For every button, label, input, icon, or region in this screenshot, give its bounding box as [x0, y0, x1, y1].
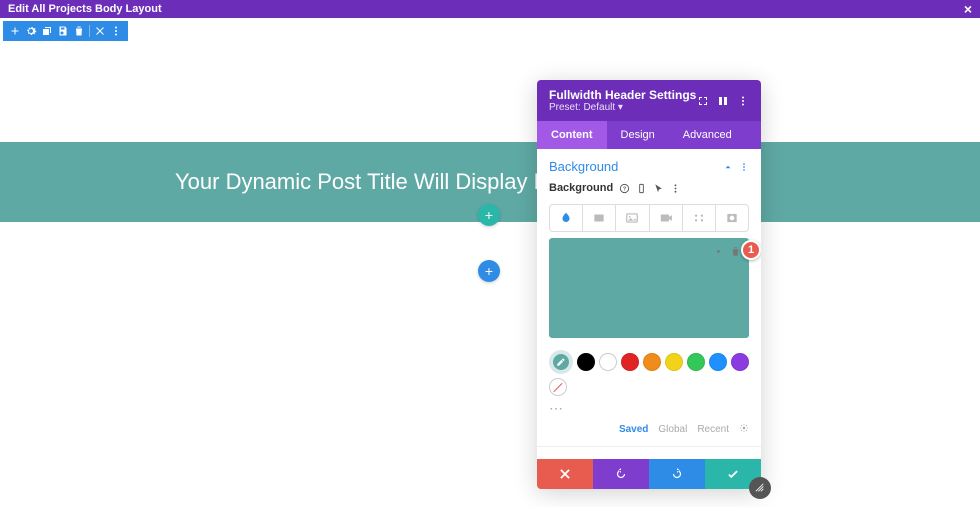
preview-gear-icon[interactable] [713, 244, 724, 262]
collapse-icon[interactable] [723, 162, 733, 172]
color-preview[interactable]: 1 [549, 238, 749, 338]
tab-design[interactable]: Design [607, 121, 669, 149]
undo-button[interactable] [593, 459, 649, 489]
top-bar: Edit All Projects Body Layout × [0, 0, 980, 18]
duplicate-icon[interactable] [39, 23, 55, 39]
hover-icon[interactable] [653, 183, 664, 194]
panel-footer [537, 459, 761, 489]
add-icon[interactable] [7, 23, 23, 39]
bg-tab-mask[interactable] [716, 205, 748, 231]
swatch-red[interactable] [621, 353, 639, 371]
settings-panel: Fullwidth Header Settings Preset: Defaul… [537, 80, 761, 489]
swatch-blue[interactable] [709, 353, 727, 371]
swatch-green[interactable] [687, 353, 705, 371]
canvas: + + Your Dynamic Post Title Will Display… [0, 142, 980, 222]
add-row-button[interactable]: + [478, 260, 500, 282]
admin-label-section[interactable]: Admin Label [537, 446, 761, 459]
panel-body: Background Background ? [537, 149, 761, 459]
panel-tabs: Content Design Advanced [537, 121, 761, 149]
swatch-white[interactable] [599, 353, 617, 371]
toolbar-divider [89, 25, 90, 37]
preset-dropdown[interactable]: Preset: Default ▾ [549, 102, 696, 113]
help-icon[interactable]: ? [619, 183, 630, 194]
panel-header[interactable]: Fullwidth Header Settings Preset: Defaul… [537, 80, 761, 121]
background-type-tabs [549, 204, 749, 232]
top-bar-title: Edit All Projects Body Layout [8, 3, 162, 15]
bg-tab-color[interactable] [550, 205, 583, 231]
swatch-yellow[interactable] [665, 353, 683, 371]
save-icon[interactable] [55, 23, 71, 39]
palette-filter: Saved Global Recent [537, 423, 761, 446]
more-icon[interactable] [108, 23, 124, 39]
hero-title: Your Dynamic Post Title Will Display Her… [175, 169, 581, 195]
snap-icon[interactable] [717, 95, 729, 107]
panel-more-icon[interactable] [737, 95, 749, 107]
background-label-row: Background ? [537, 178, 761, 198]
eyedropper-swatch[interactable] [549, 350, 573, 374]
background-section-title: Background [549, 159, 618, 174]
preview-trash-icon[interactable] [730, 244, 741, 262]
filter-gear-icon[interactable] [739, 423, 749, 436]
bg-tab-gradient[interactable] [583, 205, 616, 231]
swatch-none[interactable] [549, 378, 567, 396]
cancel-button[interactable] [537, 459, 593, 489]
gear-icon[interactable] [23, 23, 39, 39]
background-label: Background [549, 182, 613, 194]
section-more-icon[interactable] [739, 162, 749, 172]
swatch-purple[interactable] [731, 353, 749, 371]
trash-icon[interactable] [71, 23, 87, 39]
section-toolbar [3, 21, 128, 41]
exit-icon[interactable] [92, 23, 108, 39]
filter-global[interactable]: Global [658, 424, 687, 435]
bg-tab-video[interactable] [650, 205, 683, 231]
panel-title: Fullwidth Header Settings [549, 88, 696, 102]
tab-content[interactable]: Content [537, 121, 607, 149]
phone-icon[interactable] [636, 183, 647, 194]
tab-advanced[interactable]: Advanced [669, 121, 746, 149]
swatch-orange[interactable] [643, 353, 661, 371]
redo-button[interactable] [649, 459, 705, 489]
swatch-more-icon[interactable]: ⋯ [537, 400, 761, 423]
resize-handle[interactable] [749, 477, 771, 499]
swatch-black[interactable] [577, 353, 595, 371]
svg-text:?: ? [623, 186, 627, 192]
callout-badge: 1 [741, 240, 761, 260]
filter-saved[interactable]: Saved [619, 424, 648, 435]
bg-tab-image[interactable] [616, 205, 649, 231]
bg-tab-pattern[interactable] [683, 205, 716, 231]
background-section-header[interactable]: Background [537, 149, 761, 178]
filter-recent[interactable]: Recent [697, 424, 729, 435]
expand-icon[interactable] [697, 95, 709, 107]
color-swatches [537, 342, 761, 400]
close-icon[interactable]: × [964, 2, 972, 16]
field-more-icon[interactable] [670, 183, 681, 194]
add-section-button[interactable]: + [478, 204, 500, 226]
